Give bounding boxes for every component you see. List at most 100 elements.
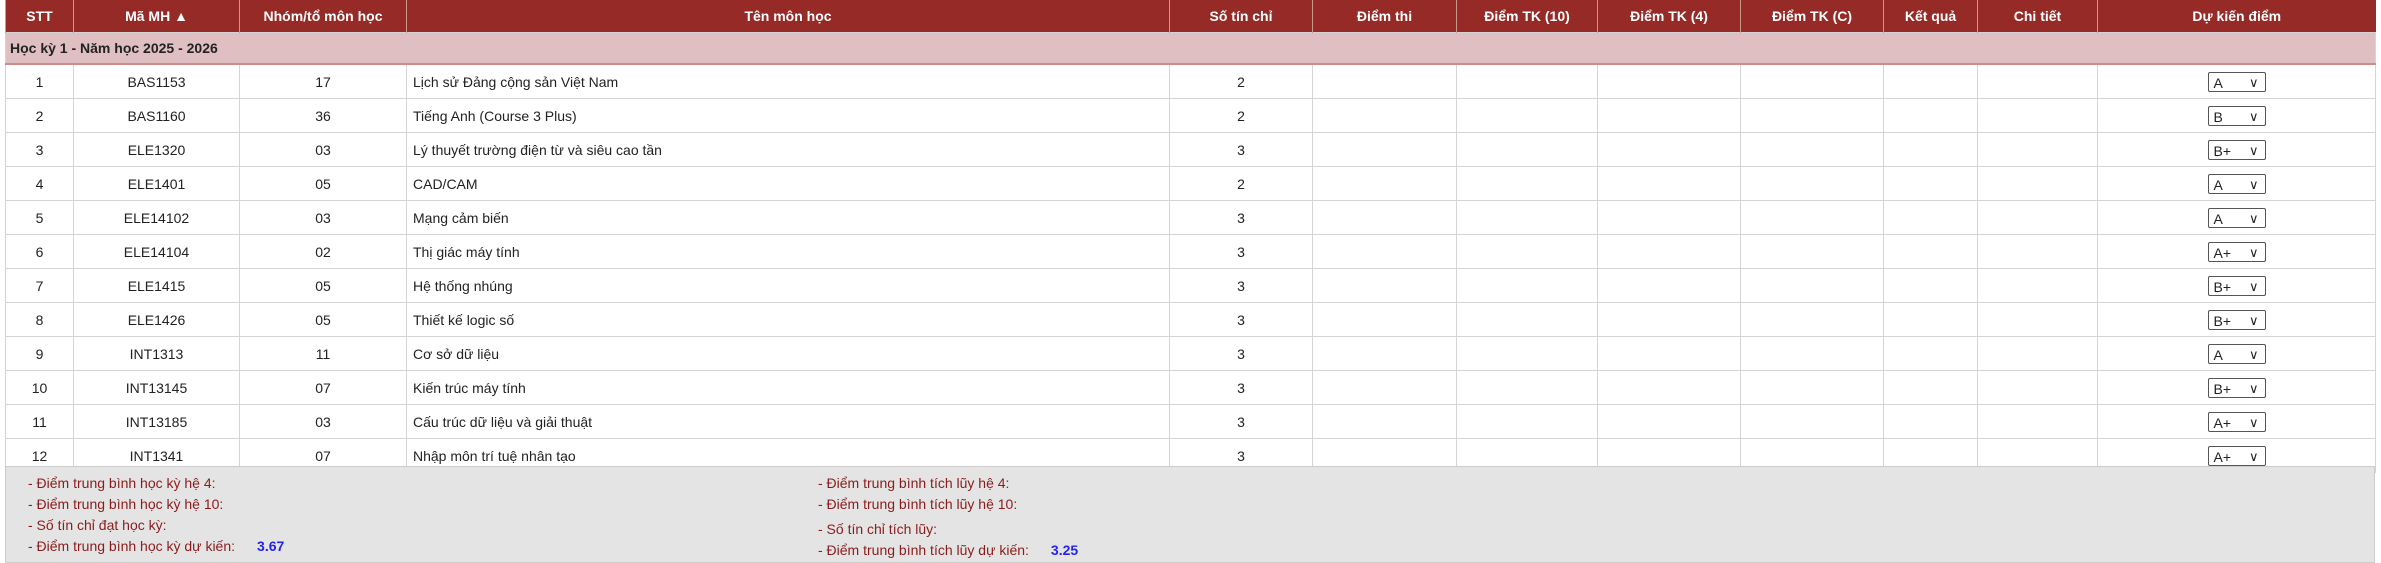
column-header-score-4: Điểm TK (4) [1597,0,1741,33]
predicted-grade-select[interactable]: A ∨ [2207,343,2266,364]
predicted-grade-cell: A ∨ [2097,336,2376,371]
summary-label: - Điểm trung bình tích lũy dự kiến: [818,542,1029,558]
predicted-grade-select[interactable]: B+ ∨ [2207,275,2266,296]
result-cell [1883,98,1978,133]
summary-item: - Điểm trung bình tích lũy dự kiến: 3.25 [818,542,1078,558]
score-letter-cell [1740,166,1884,201]
chevron-down-icon: ∨ [2248,380,2259,396]
result-cell [1883,404,1978,439]
predicted-grade-select[interactable]: B+ ∨ [2207,309,2266,330]
predicted-grade-cell: A+ ∨ [2097,234,2376,269]
score-letter-cell [1740,370,1884,405]
summary-item: - Điểm trung bình tích lũy hệ 4: [818,475,1009,491]
course-name-cell: CAD/CAM [406,166,1170,201]
grades-table-container: STT Mã MH ▲ Nhóm/tổ môn học Tên môn học Số t… [5,0,2376,473]
credits-cell: 3 [1169,404,1313,439]
table-row: 7 ELE1415 05 Hệ thống nhúng 3 B+ ∨ [5,268,2376,303]
group-cell: 02 [239,234,407,269]
predicted-grade-select[interactable]: B+ ∨ [2207,377,2266,398]
score-10-cell [1456,302,1598,337]
exam-score-cell [1312,336,1457,371]
predicted-grade-select[interactable]: B ∨ [2207,105,2266,126]
detail-cell [1977,336,2098,371]
score-letter-cell [1740,200,1884,235]
course-name-cell: Kiến trúc máy tính [406,370,1170,405]
course-name-cell: Thị giác máy tính [406,234,1170,269]
course-code-cell: ELE14104 [73,234,240,269]
score-10-cell [1456,132,1598,167]
stt-cell: 5 [5,200,74,235]
score-4-cell [1597,98,1741,133]
credits-cell: 2 [1169,166,1313,201]
course-code-cell: ELE1401 [73,166,240,201]
course-name-cell: Thiết kế logic số [406,302,1170,337]
column-header-course-code[interactable]: Mã MH ▲ [73,0,240,33]
group-cell: 11 [239,336,407,371]
credits-cell: 3 [1169,336,1313,371]
course-code-cell: ELE1320 [73,132,240,167]
summary-item: - Số tín chỉ tích lũy: [818,521,937,537]
selected-grade: A+ [2213,414,2232,431]
detail-cell [1977,200,2098,235]
course-name-cell: Hệ thống nhúng [406,268,1170,303]
predicted-grade-select[interactable]: B+ ∨ [2207,139,2266,160]
course-name-cell: Cấu trúc dữ liệu và giải thuật [406,404,1170,439]
selected-grade: A+ [2213,244,2232,261]
score-4-cell [1597,63,1741,99]
score-4-cell [1597,268,1741,303]
stt-cell: 6 [5,234,74,269]
predicted-grade-cell: B+ ∨ [2097,268,2376,303]
summary-label: - Số tín chỉ đạt học kỳ: [28,517,167,533]
course-code-cell: BAS1153 [73,63,240,99]
score-10-cell [1456,370,1598,405]
predicted-grade-select[interactable]: A ∨ [2207,207,2266,228]
detail-cell [1977,98,2098,133]
chevron-down-icon: ∨ [2248,142,2259,158]
predicted-grade-cell: B ∨ [2097,98,2376,133]
course-name-cell: Cơ sở dữ liệu [406,336,1170,371]
detail-cell [1977,132,2098,167]
group-cell: 05 [239,302,407,337]
column-header-exam-score: Điểm thi [1312,0,1457,33]
score-4-cell [1597,370,1741,405]
predicted-grade-select[interactable]: A ∨ [2207,71,2266,92]
credits-cell: 2 [1169,63,1313,99]
group-cell: 05 [239,268,407,303]
result-cell [1883,132,1978,167]
chevron-down-icon: ∨ [2248,312,2259,328]
detail-cell [1977,63,2098,99]
chevron-down-icon: ∨ [2248,448,2259,464]
predicted-grade-select[interactable]: A+ ∨ [2207,411,2266,432]
predicted-grade-cell: B+ ∨ [2097,370,2376,405]
predicted-grade-select[interactable]: A ∨ [2207,173,2266,194]
credits-cell: 3 [1169,268,1313,303]
table-row: 5 ELE14102 03 Mạng cảm biến 3 A ∨ [5,200,2376,235]
chevron-down-icon: ∨ [2248,210,2259,226]
score-10-cell [1456,404,1598,439]
chevron-down-icon: ∨ [2248,346,2259,362]
stt-cell: 9 [5,336,74,371]
column-header-result: Kết quả [1883,0,1978,33]
selected-grade: B+ [2213,142,2232,159]
table-row: 2 BAS1160 36 Tiếng Anh (Course 3 Plus) 2 B ∨ [5,98,2376,133]
score-10-cell [1456,268,1598,303]
course-code-cell: ELE1426 [73,302,240,337]
score-letter-cell [1740,132,1884,167]
detail-cell [1977,268,2098,303]
result-cell [1883,200,1978,235]
selected-grade: B+ [2213,312,2232,329]
chevron-down-icon: ∨ [2248,414,2259,430]
result-cell [1883,336,1978,371]
course-name-cell: Mạng cảm biến [406,200,1170,235]
table-row: 4 ELE1401 05 CAD/CAM 2 A ∨ [5,166,2376,201]
predicted-grade-select[interactable]: A+ ∨ [2207,445,2266,466]
score-letter-cell [1740,302,1884,337]
score-4-cell [1597,200,1741,235]
predicted-grade-select[interactable]: A+ ∨ [2207,241,2266,262]
table-row: 8 ELE1426 05 Thiết kế logic số 3 B+ ∨ [5,302,2376,337]
summary-panel: - Điểm trung bình học kỳ hệ 4: - Điểm tru… [5,466,2375,563]
exam-score-cell [1312,404,1457,439]
course-code-cell: INT13145 [73,370,240,405]
score-10-cell [1456,336,1598,371]
column-header-group: Nhóm/tổ môn học [239,0,407,33]
